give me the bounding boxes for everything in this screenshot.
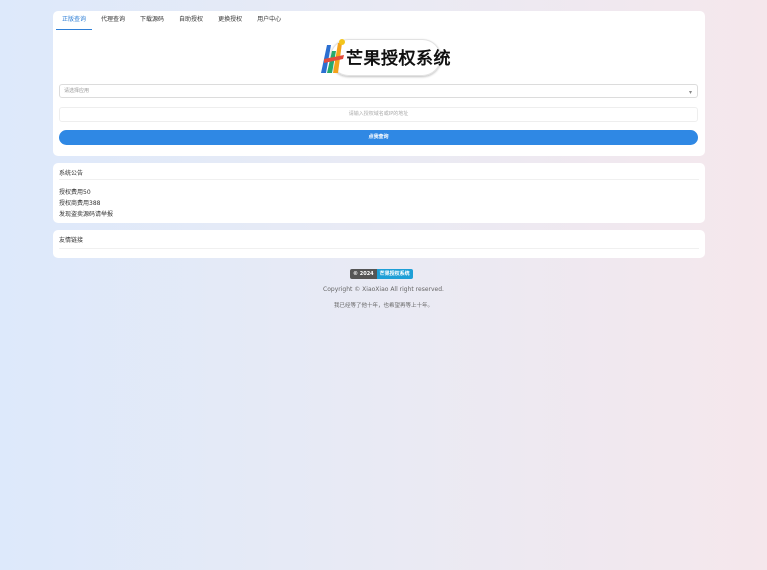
notice-card: 系统公告 授权费用50 授权商费用388 发现盗卖源码请举报 (53, 163, 705, 223)
notice-line: 发现盗卖源码请举报 (59, 211, 114, 218)
friend-links-divider (59, 248, 699, 249)
footer-slogan: 我已经等了他十年，也希望再等上十年。 (333, 303, 433, 309)
tab-download-source[interactable]: 下载源码 (134, 11, 170, 30)
tab-change-authorization[interactable]: 更换授权 (212, 11, 248, 30)
domain-input[interactable]: 请输入授权域名或IP的地址 (59, 107, 698, 122)
query-card: 正版查询 代理查询 下载源码 自助授权 更换授权 用户中心 芒果授权系统 请选择… (53, 11, 705, 156)
footer-badge[interactable]: © 2024 芒果授权系统 (350, 269, 413, 279)
notice-line: 授权费用50 (59, 189, 91, 196)
friend-links-title: 友情链接 (59, 237, 84, 244)
site-logo: 芒果授权系统 (318, 35, 451, 79)
footer-badge-year: © 2024 (350, 269, 377, 279)
domain-input-placeholder: 请输入授权域名或IP的地址 (348, 111, 409, 117)
tab-agent-query[interactable]: 代理查询 (95, 11, 131, 30)
copyright-text: Copyright © XiaoXiao All right reserved. (323, 286, 444, 293)
footer-badge-name: 芒果授权系统 (376, 269, 413, 279)
logo-mark-icon (321, 39, 345, 73)
app-select[interactable]: 请选择应用 ▾ (59, 84, 698, 98)
nav-tabs: 正版查询 代理查询 下载源码 自助授权 更换授权 用户中心 (56, 11, 290, 30)
chevron-down-icon: ▾ (688, 89, 692, 96)
notice-list: 授权费用50 授权商费用388 发现盗卖源码请举报 (59, 187, 113, 220)
notice-divider (59, 179, 699, 180)
friend-links-card: 友情链接 (53, 230, 705, 258)
notice-title: 系统公告 (59, 170, 84, 177)
logo-text: 芒果授权系统 (346, 49, 451, 69)
tab-self-authorize[interactable]: 自助授权 (173, 11, 209, 30)
notice-line: 授权商费用388 (59, 200, 101, 207)
tab-user-center[interactable]: 用户中心 (251, 11, 287, 30)
app-select-value: 请选择应用 (64, 88, 90, 94)
tab-genuine-query[interactable]: 正版查询 (56, 11, 93, 30)
query-button[interactable]: 点我查询 (59, 130, 698, 145)
